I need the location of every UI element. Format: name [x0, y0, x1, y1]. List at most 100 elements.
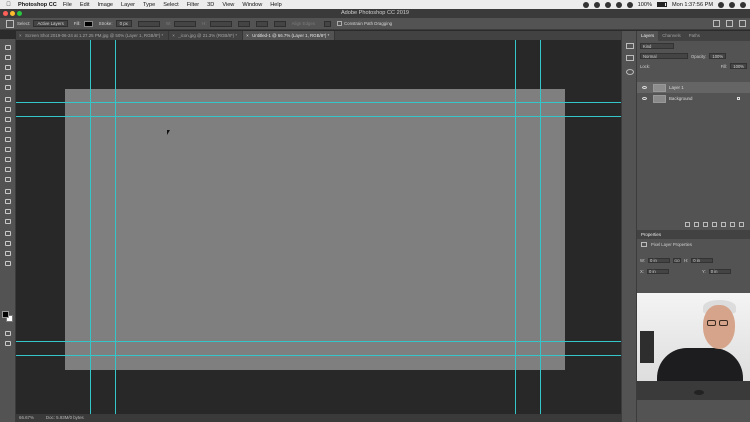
marquee-tool-icon[interactable] [3, 53, 13, 61]
history-panel-icon[interactable] [626, 43, 634, 49]
x-field[interactable]: 0 in [646, 269, 669, 274]
app-menu[interactable]: Photoshop CC [18, 2, 57, 8]
guide-horizontal[interactable] [16, 341, 621, 342]
history-brush-tool-icon[interactable] [3, 135, 13, 143]
guide-vertical[interactable] [90, 40, 91, 415]
more-tools-icon[interactable] [3, 259, 13, 267]
menu-help[interactable]: Help [270, 2, 282, 8]
path-operations-icon[interactable] [237, 20, 250, 27]
close-window-button[interactable] [3, 11, 8, 16]
type-tool-icon[interactable] [3, 197, 13, 205]
document-workspace[interactable] [16, 40, 621, 415]
add-mask-icon[interactable] [703, 222, 708, 227]
menu-edit[interactable]: Edit [80, 2, 90, 8]
crop-tool-icon[interactable] [3, 83, 13, 91]
guide-horizontal[interactable] [16, 102, 621, 103]
path-selection-tool-icon[interactable] [6, 19, 14, 28]
move-tool-icon[interactable] [3, 43, 13, 51]
fx-icon[interactable] [694, 222, 699, 227]
stroke-type-dropdown[interactable] [137, 20, 160, 27]
libraries-icon[interactable] [626, 69, 634, 75]
menu-type[interactable]: Type [143, 2, 155, 8]
menu-view[interactable]: View [222, 2, 234, 8]
dodge-tool-icon[interactable] [3, 175, 13, 183]
gear-icon[interactable] [324, 20, 332, 27]
brush-settings-icon[interactable] [626, 55, 634, 61]
siri-icon[interactable] [729, 1, 735, 8]
clock[interactable]: Mon 1:37:56 PM [672, 2, 713, 8]
menu-3d[interactable]: 3D [207, 2, 214, 8]
document-canvas[interactable] [65, 89, 565, 370]
doc-tab-screenshot[interactable]: × Screen Shot 2019-06-24 at 1.27.25 PM.j… [16, 31, 170, 40]
eraser-tool-icon[interactable] [3, 145, 13, 153]
toggle-panels-icon[interactable] [3, 249, 13, 257]
fill-swatch[interactable] [83, 20, 93, 27]
wifi-icon[interactable] [615, 1, 622, 8]
tab-channels[interactable]: Channels [658, 31, 685, 41]
quick-selection-tool-icon[interactable] [3, 73, 13, 81]
eyedropper-tool-icon[interactable] [3, 95, 13, 103]
menu-window[interactable]: Window [242, 2, 262, 8]
layer-row-background[interactable]: Background [637, 93, 750, 104]
layer-name[interactable]: Layer 1 [669, 85, 684, 90]
battery-icon[interactable] [656, 2, 667, 7]
blur-tool-icon[interactable] [3, 165, 13, 173]
workspace-icon[interactable] [726, 20, 733, 27]
align-edges-label[interactable]: Align Edges [292, 21, 315, 26]
tab-paths[interactable]: Paths [685, 31, 704, 41]
trash-icon[interactable] [739, 222, 744, 227]
fill-field[interactable]: 100% [730, 63, 747, 69]
height-field[interactable] [209, 20, 232, 27]
clone-stamp-tool-icon[interactable] [3, 125, 13, 133]
eye-icon[interactable] [642, 97, 647, 100]
adjustment-layer-icon[interactable] [712, 222, 717, 227]
healing-brush-tool-icon[interactable] [3, 105, 13, 113]
dropbox-icon[interactable] [604, 1, 611, 8]
eye-icon[interactable] [642, 86, 647, 89]
search-icon[interactable] [718, 1, 724, 8]
foreground-color-swatch[interactable] [2, 311, 9, 318]
gradient-tool-icon[interactable] [3, 155, 13, 163]
minimize-window-button[interactable] [10, 11, 15, 16]
y-field[interactable]: 0 in [708, 269, 731, 274]
doc-tab-untitled[interactable]: × Untitled-1 @ 66.7% (Layer 1, RGB/8*) * [243, 31, 336, 40]
notification-center-icon[interactable] [740, 1, 746, 8]
menu-select[interactable]: Select [163, 2, 179, 8]
guide-vertical[interactable] [540, 40, 541, 415]
width-field[interactable] [174, 20, 197, 27]
apple-menu-icon[interactable]:  [4, 2, 13, 8]
shape-tool-icon[interactable] [3, 217, 13, 225]
tab-layers[interactable]: Layers [637, 31, 659, 41]
zoom-tool-icon[interactable] [3, 239, 13, 247]
menu-layer[interactable]: Layer [121, 2, 135, 8]
select-dropdown[interactable]: Active Layers [33, 20, 68, 27]
screen-mode-icon[interactable] [3, 339, 13, 347]
close-icon[interactable]: × [246, 31, 249, 40]
layer-row-layer-1[interactable]: Layer 1 [637, 82, 750, 93]
zoom-window-button[interactable] [17, 11, 22, 16]
blend-mode-dropdown[interactable]: Normal [640, 53, 688, 59]
pen-tool-icon[interactable] [3, 187, 13, 195]
close-icon[interactable]: × [172, 31, 175, 40]
menu-image[interactable]: Image [98, 2, 114, 8]
opacity-field[interactable]: 100% [709, 53, 727, 59]
brush-tool-icon[interactable] [3, 115, 13, 123]
doc-tab-icon[interactable]: × _icon.jpg @ 21.3% (RGB/8*) * [169, 31, 244, 40]
hand-tool-icon[interactable] [3, 229, 13, 237]
record-icon[interactable] [582, 1, 589, 8]
cloud-icon[interactable] [593, 1, 600, 8]
menu-file[interactable]: File [63, 2, 72, 8]
new-group-icon[interactable] [721, 222, 726, 227]
close-icon[interactable]: × [19, 31, 22, 40]
menu-filter[interactable]: Filter [187, 2, 199, 8]
search-icon[interactable] [713, 20, 720, 27]
new-layer-icon[interactable] [730, 222, 735, 227]
quick-mask-icon[interactable] [3, 329, 13, 337]
path-alignment-icon[interactable] [255, 20, 268, 27]
lock-icon[interactable] [737, 97, 740, 100]
path-selection-tool-icon[interactable] [3, 207, 13, 215]
guide-horizontal[interactable] [16, 116, 621, 117]
width-field[interactable]: 0 in [648, 258, 671, 263]
layer-kind-filter[interactable]: Kind [640, 43, 674, 49]
layer-name[interactable]: Background [669, 96, 692, 101]
